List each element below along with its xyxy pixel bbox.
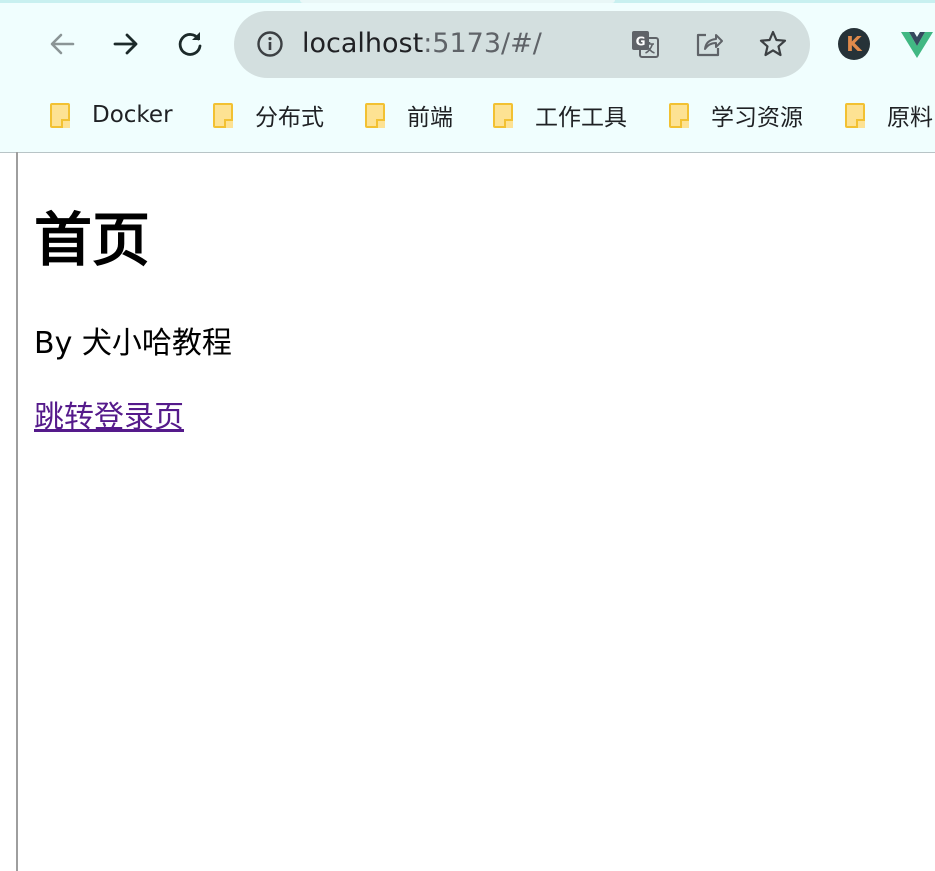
vue-devtools-icon [901, 32, 933, 58]
folder-icon [845, 102, 865, 128]
forward-button[interactable] [106, 24, 146, 64]
url-path: :5173/#/ [423, 28, 542, 59]
bookmark-folder-frontend[interactable]: 前端 [365, 97, 453, 133]
info-icon [257, 31, 283, 57]
bookmark-folder-docker[interactable]: Docker [50, 97, 173, 133]
address-bar[interactable]: localhost:5173/#/ G [234, 11, 810, 78]
byline-text: By 犬小哈教程 [34, 326, 232, 361]
folder-icon [213, 102, 233, 128]
extension-vue-button[interactable] [899, 27, 935, 61]
back-button[interactable] [42, 24, 82, 64]
bookmark-label: 原料 [887, 105, 933, 131]
folder-icon [50, 102, 70, 128]
star-icon [759, 30, 787, 57]
forward-arrow-icon [113, 33, 138, 55]
active-tab-edge[interactable] [300, 0, 615, 3]
reload-button[interactable] [170, 24, 210, 64]
bookmark-label: 前端 [407, 105, 453, 131]
page-title: 首页 [34, 206, 151, 274]
folder-icon [493, 102, 513, 128]
browser-toolbar: localhost:5173/#/ G K Docker 分布式 前端 工作工具… [0, 0, 935, 153]
bookmark-folder-distributed[interactable]: 分布式 [213, 97, 324, 133]
bookmark-label: 学习资源 [711, 105, 803, 131]
share-icon [696, 33, 723, 57]
reload-icon [178, 32, 202, 56]
bookmark-star-button[interactable] [754, 25, 792, 63]
google-translate-icon: G [632, 31, 659, 58]
share-button[interactable] [690, 25, 728, 63]
bookmark-folder-materials[interactable]: 原料 [845, 97, 933, 133]
translate-button[interactable]: G [626, 25, 664, 63]
window-left-edge [16, 152, 18, 871]
login-page-link[interactable]: 跳转登录页 [34, 398, 184, 438]
folder-icon [365, 102, 385, 128]
bookmark-label: 分布式 [255, 105, 324, 131]
bookmark-label: 工作工具 [535, 105, 627, 131]
bookmark-label: Docker [92, 102, 173, 128]
svg-text:G: G [636, 35, 646, 49]
k-avatar-icon: K [838, 28, 870, 60]
extension-k-button[interactable]: K [837, 27, 871, 61]
url-text[interactable]: localhost:5173/#/ [302, 28, 542, 60]
folder-icon [669, 102, 689, 128]
url-host: localhost [302, 28, 424, 59]
bookmark-folder-learning[interactable]: 学习资源 [669, 97, 803, 133]
back-arrow-icon [50, 33, 75, 55]
site-info-button[interactable] [251, 25, 289, 63]
avatar-letter: K [846, 32, 862, 56]
bookmark-folder-work-tools[interactable]: 工作工具 [493, 97, 627, 133]
